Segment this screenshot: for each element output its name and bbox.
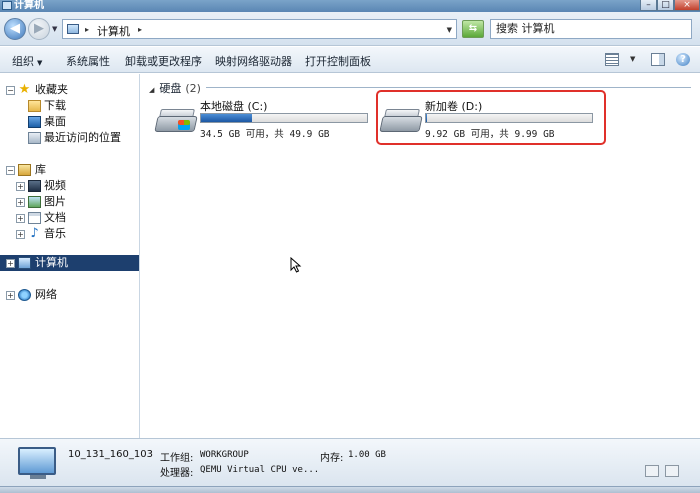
expand-icon[interactable]: +	[16, 198, 25, 207]
pictures-icon	[28, 196, 41, 208]
help-icon[interactable]: ?	[676, 53, 690, 66]
maximize-button[interactable]: □	[657, 0, 674, 11]
address-dropdown-icon[interactable]: ▼	[447, 26, 452, 34]
recent-pages-dropdown-icon[interactable]: ▼	[52, 25, 57, 33]
music-icon: ♪	[30, 226, 39, 241]
highlight-box	[376, 90, 606, 145]
memory-value: 1.00 GB	[348, 450, 386, 460]
nav-item-label: 下载	[44, 99, 66, 112]
breadcrumb-separator-icon[interactable]: ▸	[85, 25, 89, 34]
computer-icon	[67, 24, 79, 34]
details-pane: 10_131_160_103 工作组: WORKGROUP 内存: 1.00 G…	[0, 438, 700, 486]
recent-places-icon	[28, 132, 41, 144]
view-options-dropdown-icon[interactable]: ▼	[630, 55, 635, 63]
computer-icon	[18, 447, 56, 475]
computer-icon	[18, 257, 31, 269]
nav-item-label: 最近访问的位置	[44, 131, 121, 144]
drive-space-text: 34.5 GB 可用，共 49.9 GB	[200, 129, 330, 140]
documents-icon	[28, 212, 41, 224]
nav-item-label: 桌面	[44, 115, 66, 128]
group-label: 硬盘	[159, 82, 182, 95]
nav-item-music[interactable]: + ♪ 音乐	[0, 226, 139, 242]
forward-button[interactable]: ▶	[28, 18, 50, 40]
refresh-button[interactable]: ⇆	[462, 20, 484, 38]
expand-icon[interactable]: +	[6, 291, 15, 300]
network-icon	[18, 289, 31, 301]
open-control-panel-button[interactable]: 打开控制面板	[305, 53, 371, 69]
expand-icon[interactable]: +	[6, 259, 15, 268]
file-list-pane[interactable]: ◢ 硬盘 (2) 本地磁盘 (C:) 34.5 GB 可用，共 49.9 GB 新加…	[141, 74, 700, 438]
star-icon: ★	[18, 82, 31, 97]
nav-libraries[interactable]: − 库	[0, 162, 139, 178]
breadcrumb-chevron-icon[interactable]: ▸	[138, 25, 142, 34]
nav-network[interactable]: + 网络	[0, 287, 139, 303]
workgroup-label: 工作组:	[160, 453, 194, 464]
nav-libraries-label: 库	[35, 163, 46, 176]
drive-name: 本地磁盘 (C:)	[200, 100, 268, 113]
expand-icon[interactable]: +	[16, 182, 25, 191]
nav-item-documents[interactable]: + 文档	[0, 210, 139, 226]
nav-item-label: 图片	[44, 195, 66, 208]
organize-button[interactable]: 组织 ▼	[12, 53, 42, 69]
nav-item-videos[interactable]: + 视频	[0, 178, 139, 194]
map-network-drive-button[interactable]: 映射网络驱动器	[215, 53, 292, 69]
address-bar-region: ◀ ▶ ▼ ▸ 计算机 ▸ ▼ ⇆ 搜索 计算机	[0, 12, 700, 46]
change-view-icon[interactable]	[605, 53, 619, 66]
nav-computer[interactable]: + 计算机	[0, 255, 139, 271]
preview-pane-icon[interactable]	[651, 53, 665, 66]
breadcrumb-computer[interactable]: 计算机	[97, 23, 130, 39]
system-properties-button[interactable]: 系统属性	[66, 53, 110, 69]
status-tray-icon	[645, 465, 659, 477]
window-title: 计算机	[14, 0, 44, 11]
collapse-triangle-icon[interactable]: ◢	[149, 86, 154, 94]
memory-label: 内存:	[320, 453, 344, 464]
library-icon	[18, 164, 31, 176]
minimize-button[interactable]: –	[640, 0, 657, 11]
taskbar	[0, 486, 700, 493]
uninstall-program-button[interactable]: 卸载或更改程序	[125, 53, 202, 69]
nav-item-label: 文档	[44, 211, 66, 224]
drive-usage-bar	[200, 113, 368, 123]
address-field[interactable]: ▸ 计算机 ▸ ▼	[62, 19, 457, 39]
close-button[interactable]: ×	[674, 0, 700, 11]
command-bar: 组织 ▼ 系统属性 卸载或更改程序 映射网络驱动器 打开控制面板 ▼ ?	[0, 47, 700, 73]
processor-label: 处理器:	[160, 468, 194, 479]
nav-favorites[interactable]: − ★ 收藏夹	[0, 82, 139, 98]
computer-stand	[30, 475, 46, 479]
group-divider	[206, 87, 691, 88]
nav-favorites-label: 收藏夹	[35, 83, 68, 96]
system-drive-icon	[154, 108, 198, 134]
expand-icon[interactable]: +	[16, 214, 25, 223]
nav-item-pictures[interactable]: + 图片	[0, 194, 139, 210]
downloads-folder-icon	[28, 100, 41, 112]
status-tray-icon	[665, 465, 679, 477]
nav-item-downloads[interactable]: 下载	[0, 98, 139, 114]
desktop-icon	[28, 116, 41, 128]
expand-icon[interactable]: +	[16, 230, 25, 239]
group-count: (2)	[185, 82, 201, 95]
mouse-cursor-icon	[290, 257, 302, 273]
nav-item-desktop[interactable]: 桌面	[0, 114, 139, 130]
computer-icon	[2, 1, 12, 10]
search-input[interactable]: 搜索 计算机	[490, 19, 692, 39]
collapse-icon[interactable]: −	[6, 86, 15, 95]
window-titlebar: 计算机	[0, 0, 700, 12]
drive-c[interactable]: 本地磁盘 (C:) 34.5 GB 可用，共 49.9 GB	[154, 98, 371, 148]
nav-computer-label: 计算机	[35, 256, 68, 269]
group-header-hard-disks[interactable]: ◢ 硬盘 (2)	[149, 80, 201, 96]
processor-value: QEMU Virtual CPU ve...	[200, 465, 320, 475]
nav-item-label: 视频	[44, 179, 66, 192]
nav-item-label: 音乐	[44, 227, 66, 240]
computer-name: 10_131_160_103	[68, 449, 153, 460]
navigation-pane: − ★ 收藏夹 下载 桌面 最近访问的位置 − 库 + 视频 + 图片 + 文档…	[0, 74, 140, 438]
collapse-icon[interactable]: −	[6, 166, 15, 175]
nav-network-label: 网络	[35, 288, 57, 301]
videos-icon	[28, 180, 41, 192]
workgroup-value: WORKGROUP	[200, 450, 249, 460]
back-button[interactable]: ◀	[4, 18, 26, 40]
nav-item-recent-places[interactable]: 最近访问的位置	[0, 130, 139, 146]
